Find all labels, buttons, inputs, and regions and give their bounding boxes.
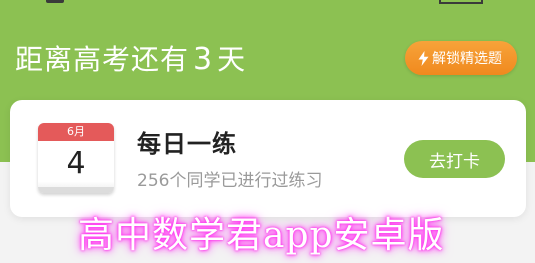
calendar-day: 4 [66,146,86,181]
countdown-unit: 天 [217,43,247,76]
countdown-prefix: 距离高考还有 [15,43,190,76]
calendar-month: 6月 [38,123,114,141]
countdown-days: 3 [193,42,214,77]
exam-countdown: 距离高考还有 3 天 [15,38,246,82]
unlock-button-label: 解锁精选题 [432,51,502,67]
calendar-page-fold [38,187,114,193]
lightning-icon [418,50,429,66]
status-bar-left-icon [46,0,64,3]
daily-practice-card[interactable]: 6月 4 每日一练 256个同学已进行过练习 去打卡 [10,100,526,217]
status-bar [0,0,535,8]
unlock-selected-questions-button[interactable]: 解锁精选题 [405,41,517,75]
daily-practice-title: 每日一练 [137,130,237,158]
participants-count-text: 256个同学已进行过练习 [137,171,323,191]
check-in-button[interactable]: 去打卡 [404,140,505,178]
calendar-day-area: 4 [38,141,114,193]
calendar-icon: 6月 4 [38,123,114,193]
watermark-text: 高中数学君app安卓版 [78,215,445,256]
status-bar-right-icons [439,0,483,4]
